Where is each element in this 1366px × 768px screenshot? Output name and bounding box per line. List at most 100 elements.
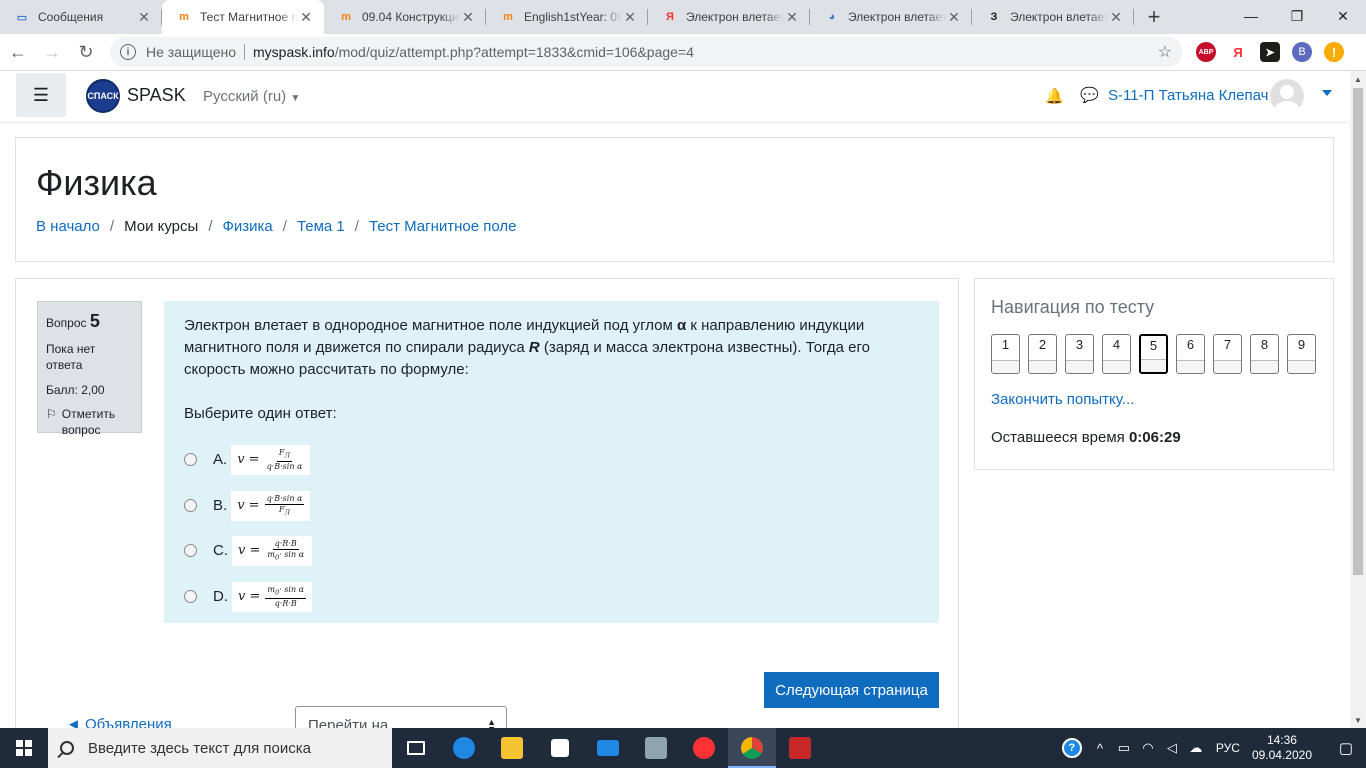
quiz-nav-button[interactable]: 7 [1213,334,1242,374]
tab-favicon-icon: m [341,11,351,23]
user-menu-caret-icon[interactable] [1322,90,1332,96]
notifications-icon[interactable]: ▢ [1326,739,1366,757]
breadcrumb-item[interactable]: Тест Магнитное поле [369,218,517,235]
question-text-part: Электрон влетает в однородное магнитное … [184,317,678,334]
mail-icon[interactable] [584,728,632,768]
taskbar-apps [392,728,824,768]
browser-tab[interactable]: З Электрон влетает ✕ [972,0,1134,34]
breadcrumb-item[interactable]: Тема 1 [297,218,345,235]
radius-symbol: R [528,339,540,356]
help-icon[interactable]: ? [1061,738,1082,758]
tab-close-icon[interactable]: ✕ [946,9,962,25]
store-icon[interactable] [536,728,584,768]
close-window-button[interactable]: ✕ [1320,0,1366,32]
tab-close-icon[interactable]: ✕ [1108,9,1124,25]
new-tab-button[interactable]: + [1140,3,1168,31]
formula-fraction: FЛ q·B·sin α [265,448,305,472]
browser-tab[interactable]: ◕ Электрон влетает ✕ [810,0,972,34]
browser-tab[interactable]: m Тест Магнитное поле✕ [162,0,324,34]
flag-icon: ⚐ [46,407,57,422]
finish-attempt-link[interactable]: Закончить попытку... [991,391,1134,408]
browser-toolbar: ← → ↻ i Не защищено myspask.info /mod/qu… [0,34,1366,71]
quiz-nav-button[interactable]: 6 [1176,334,1205,374]
browser-tab[interactable]: Я Электрон влетает ✕ [648,0,810,34]
site-name[interactable]: SPASK [127,85,186,106]
calculator-app-icon[interactable] [632,728,680,768]
breadcrumb-item[interactable]: Физика [222,218,272,235]
address-bar[interactable]: i Не защищено myspask.info /mod/quiz/att… [110,37,1182,67]
previous-activity-link[interactable]: ◄ Объявления [66,716,172,728]
answer-radio[interactable] [184,499,197,513]
tab-close-icon[interactable]: ✕ [784,9,800,25]
answer-radio[interactable] [184,544,197,558]
wifi-icon[interactable]: ◠ [1136,740,1160,756]
update-icon[interactable]: ! [1324,42,1344,62]
extension-arrow-icon[interactable]: ➤ [1260,42,1280,62]
yandex-icon[interactable]: Я [1228,42,1248,62]
yandex-browser-icon[interactable] [680,728,728,768]
tab-close-icon[interactable]: ✕ [136,9,152,25]
info-icon[interactable]: i [120,44,136,60]
volume-icon[interactable]: ◁ [1160,740,1184,756]
answer-option[interactable]: B. v = q·B·sin α FЛ [184,491,311,521]
task-view-icon[interactable] [392,728,440,768]
extensions-area: ABP Я ➤ B ! [1196,42,1344,62]
jump-to-select[interactable]: Перейти на... ▲▼ [295,706,507,728]
user-name[interactable]: S-11-П Татьяна Клепач [1108,87,1268,104]
scroll-up-icon[interactable]: ▲ [1350,71,1366,87]
back-arrow-icon[interactable]: ← [2,36,34,68]
quiz-nav-button[interactable]: 8 [1250,334,1279,374]
minimize-button[interactable]: — [1228,0,1274,32]
quiz-nav-button[interactable]: 3 [1065,334,1094,374]
bookmark-star-icon[interactable]: ☆ [1158,42,1172,62]
cloud-icon[interactable]: ☁ [1184,740,1208,756]
user-avatar[interactable] [1270,79,1304,113]
notifications-bell-icon[interactable]: 🔔 [1045,87,1064,105]
quiz-nav-button[interactable]: 9 [1287,334,1316,374]
quiz-nav-button[interactable]: 4 [1102,334,1131,374]
adblock-icon[interactable]: ABP [1196,42,1216,62]
answer-radio[interactable] [184,590,197,604]
browser-tab[interactable]: m 09.04 Конструкция ✕ [324,0,486,34]
maximize-button[interactable]: ❐ [1274,0,1320,32]
chrome-icon[interactable] [728,728,776,768]
clock[interactable]: 14:36 09.04.2020 [1252,733,1312,763]
site-logo[interactable]: СПАСК [86,79,120,113]
answer-option[interactable]: D. v = m0· sin α q·R·B [184,582,313,612]
select-arrows-icon: ▲▼ [487,717,496,729]
menu-hamburger-icon[interactable]: ☰ [16,73,66,117]
quiz-nav-button[interactable]: 2 [1028,334,1057,374]
messages-chat-icon[interactable]: 💬 [1080,86,1099,104]
flag-question-button[interactable]: ⚐ Отметить вопрос [46,407,133,438]
input-language[interactable]: РУС [1216,741,1240,755]
file-explorer-icon[interactable] [488,728,536,768]
next-page-button[interactable]: Следующая страница [764,672,939,708]
battery-icon[interactable]: ▭ [1112,740,1136,756]
scrollbar-thumb[interactable] [1353,88,1363,575]
fraction-numerator: q·B·sin α [264,494,305,505]
tab-close-icon[interactable]: ✕ [460,9,476,25]
answer-radio[interactable] [184,453,197,467]
profile-avatar[interactable]: B [1292,42,1312,62]
formula-lhs: v = [238,588,261,604]
forward-arrow-icon[interactable]: → [36,36,68,68]
tab-close-icon[interactable]: ✕ [622,9,638,25]
breadcrumb-item[interactable]: В начало [36,218,100,235]
tab-close-icon[interactable]: ✕ [298,9,314,25]
scroll-down-icon[interactable]: ▼ [1350,712,1366,728]
quiz-nav-button[interactable]: 1 [991,334,1020,374]
answer-option[interactable]: C. v = q·R·B m0· sin α [184,536,313,566]
browser-tab[interactable]: m English1stYear: 09. ✕ [486,0,648,34]
remote-app-icon[interactable] [776,728,824,768]
fraction-denominator: FЛ [277,505,292,518]
language-menu[interactable]: Русский (ru) ▼ [203,88,300,105]
answer-option[interactable]: A. v = FЛ q·B·sin α [184,445,311,475]
taskbar-search[interactable]: Введите здесь текст для поиска [48,728,392,768]
edge-icon[interactable] [440,728,488,768]
browser-tab[interactable]: ▭ Сообщения ✕ [0,0,162,34]
chevron-up-icon[interactable]: ^ [1088,741,1112,756]
quiz-nav-button[interactable]: 5 [1139,334,1168,374]
start-button[interactable] [0,728,48,768]
reload-icon[interactable]: ↻ [70,36,102,68]
page-scrollbar[interactable]: ▲ ▼ [1350,71,1366,728]
